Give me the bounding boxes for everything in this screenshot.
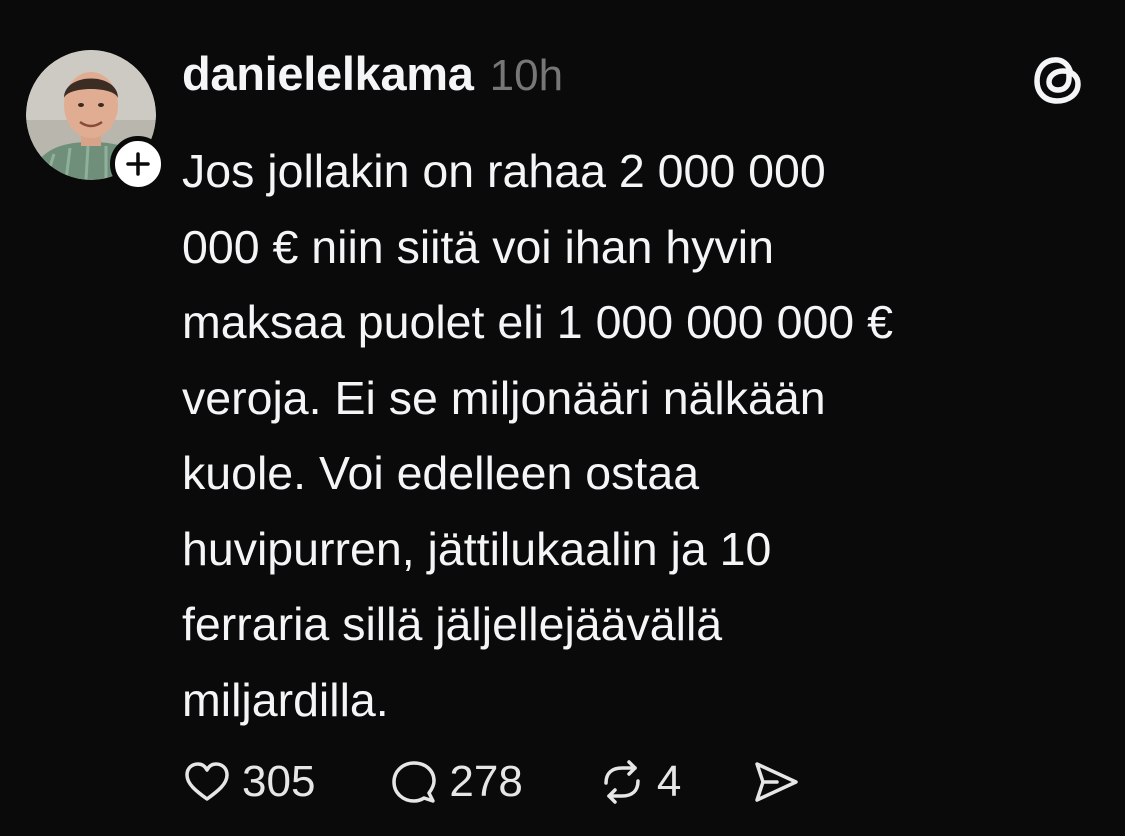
post-text-line: veroja. Ei se miljonääri nälkään [182, 371, 826, 424]
post-text-line: kuole. Voi edelleen ostaa [182, 447, 700, 499]
post-text: Jos jollakin on rahaa 2 000 000 000 € ni… [182, 134, 1082, 738]
thread-post: danielelkama 10h Jos jollakin on rahaa 2… [0, 0, 1125, 836]
heart-icon [182, 757, 232, 807]
plus-icon [126, 152, 150, 176]
username[interactable]: danielelkama [182, 46, 474, 101]
threads-logo-icon[interactable] [1030, 50, 1090, 110]
post-text-line: miljardilla. [182, 673, 389, 726]
reply-count: 278 [449, 757, 523, 806]
repost-button[interactable]: 4 [597, 757, 681, 807]
post-text-line: Jos jollakin on rahaa 2 000 000 [182, 145, 826, 197]
comment-bubble-icon [389, 757, 439, 807]
post-actions: 305 278 4 [182, 752, 801, 812]
repost-count: 4 [656, 757, 682, 806]
repost-icon [597, 757, 647, 807]
post-text-line: 000 € niin siitä voi ihan hyvin [182, 220, 774, 273]
reply-button[interactable]: 278 [389, 757, 523, 807]
like-button[interactable]: 305 [182, 757, 315, 807]
follow-button[interactable] [110, 136, 166, 192]
post-text-line: huvipurren, jättilukaalin ja 10 [182, 522, 772, 575]
send-icon [751, 757, 801, 807]
avatar-container[interactable] [26, 50, 166, 192]
like-count: 305 [242, 757, 316, 806]
post-header: danielelkama 10h [182, 46, 563, 110]
post-timestamp: 10h [489, 51, 564, 100]
post-text-line: maksaa puolet eli 1 000 000 000 € [182, 296, 893, 348]
post-text-line: ferraria sillä jäljellejäävällä [182, 598, 723, 650]
share-button[interactable] [751, 757, 801, 807]
